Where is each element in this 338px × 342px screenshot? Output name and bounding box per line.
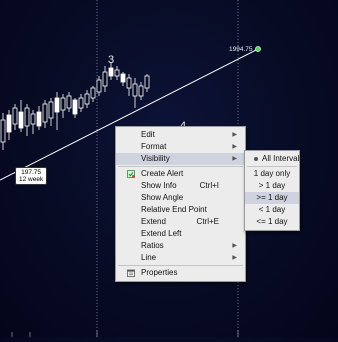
candle-body: [96, 79, 102, 93]
candle-body: [144, 75, 150, 89]
menu-item-line[interactable]: Line ▶: [116, 252, 245, 264]
submenu-item-label: 1 day only: [253, 169, 291, 178]
menu-item-ratios[interactable]: Ratios ▶: [116, 240, 245, 252]
menu-item-extend[interactable]: Extend Ctrl+E: [116, 216, 245, 228]
candle-body: [18, 111, 24, 129]
candle-body: [90, 87, 96, 99]
menu-item-label: Extend: [141, 217, 166, 226]
menu-item-create-alert[interactable]: Create Alert: [116, 168, 245, 180]
callout-price: 197.75: [21, 169, 42, 176]
submenu-arrow-icon: ▶: [232, 255, 237, 261]
candle-body: [102, 71, 108, 87]
submenu-item-label: <= 1 day: [256, 217, 288, 226]
menu-item-label: Line: [141, 253, 157, 262]
menu-item-label: Relative End Point: [141, 205, 207, 214]
context-menu: Edit ▶ Format ▶ Visibility ▶ Create Aler…: [115, 126, 246, 282]
submenu-item-lte-1-day[interactable]: <= 1 day: [245, 216, 299, 228]
candle-body: [60, 97, 66, 111]
candle-body: [0, 119, 6, 143]
candle-body: [48, 101, 54, 119]
candle-body: [42, 103, 48, 123]
menu-item-visibility[interactable]: Visibility ▶: [116, 153, 245, 165]
candle-body: [84, 93, 90, 105]
menu-item-show-info[interactable]: Show Info Ctrl+I: [116, 180, 245, 192]
alert-icon: [127, 170, 135, 178]
candle-body: [30, 113, 36, 125]
submenu-item-all-intervals[interactable]: All Intervals: [245, 153, 303, 165]
menu-item-label: Format: [141, 142, 167, 151]
candle-body: [54, 97, 60, 113]
candle-body: [72, 99, 78, 115]
menu-item-label: Properties: [141, 268, 178, 277]
trendline-anchor-handle[interactable]: [255, 46, 261, 52]
submenu-arrow-icon: ▶: [232, 243, 237, 249]
candle-body: [132, 83, 138, 97]
menu-separator: [118, 166, 243, 167]
candle-body: [36, 111, 42, 127]
price-label: 1994.75: [229, 46, 253, 53]
submenu-item-gt-1-day[interactable]: > 1 day: [245, 180, 299, 192]
menu-item-label: Ratios: [141, 241, 164, 250]
submenu-item-lt-1-day[interactable]: < 1 day: [245, 204, 299, 216]
menu-separator: [118, 265, 243, 266]
selected-bullet-icon: [254, 156, 258, 161]
menu-item-shortcut: Ctrl+E: [196, 217, 219, 226]
candle-body: [138, 85, 144, 97]
menu-item-label: Create Alert: [141, 169, 184, 178]
submenu-item-label: > 1 day: [258, 181, 286, 190]
candle-body: [12, 107, 18, 125]
submenu-item-label: All Intervals: [262, 154, 304, 163]
menu-item-label: Extend Left: [141, 229, 182, 238]
submenu-arrow-icon: ▶: [232, 144, 237, 150]
menu-item-label: Show Info: [141, 181, 177, 190]
candle-body: [66, 95, 72, 109]
menu-item-properties[interactable]: Properties: [116, 267, 245, 279]
submenu-item-1-day-only[interactable]: 1 day only: [245, 168, 299, 180]
submenu-item-label: >= 1 day: [256, 193, 288, 202]
visibility-submenu: All Intervals 1 day only > 1 day >= 1 da…: [244, 150, 303, 231]
wave-label-3: 3: [108, 54, 115, 66]
candle-body: [24, 107, 30, 127]
callout-duration: 12 week: [19, 176, 44, 183]
submenu-arrow-icon: ▶: [232, 156, 237, 162]
menu-item-shortcut: Ctrl+I: [199, 181, 219, 190]
menu-item-relative-end-point[interactable]: Relative End Point: [116, 204, 245, 216]
candle-body: [126, 77, 132, 89]
menu-item-format[interactable]: Format ▶: [116, 141, 245, 153]
submenu-item-label: < 1 day: [258, 205, 286, 214]
candle-body: [114, 69, 120, 77]
submenu-item-gte-1-day[interactable]: >= 1 day: [245, 192, 299, 204]
submenu-arrow-icon: ▶: [232, 132, 237, 138]
menu-item-label: Visibility: [141, 154, 170, 163]
candle-body: [108, 67, 114, 77]
menu-item-extend-left[interactable]: Extend Left: [116, 228, 245, 240]
menu-item-label: Edit: [141, 130, 155, 139]
menu-item-edit[interactable]: Edit ▶: [116, 129, 245, 141]
candle-body: [78, 97, 84, 109]
properties-icon: [127, 269, 135, 277]
menu-item-label: Show Angle: [141, 193, 184, 202]
measure-callout: 197.75 12 week: [15, 167, 48, 185]
candle-body: [6, 114, 12, 133]
menu-item-show-angle[interactable]: Show Angle: [116, 192, 245, 204]
menu-separator: [247, 166, 297, 167]
candle-body: [120, 73, 126, 83]
